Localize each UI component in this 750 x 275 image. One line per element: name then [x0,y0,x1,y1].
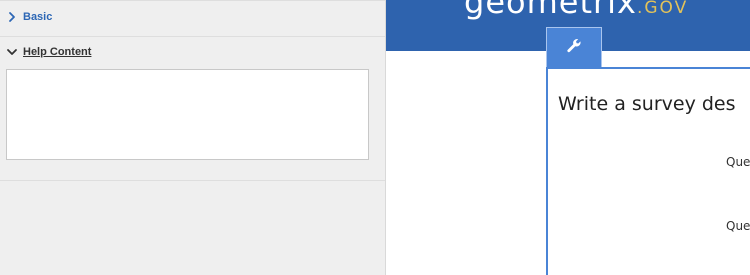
help-content-section: Help Content [0,37,385,181]
brand-suffix-text: .GOV [636,0,689,18]
brand-logo: geometrix.GOV [464,0,688,18]
question-label: Que [726,155,750,169]
help-content-section-toggle[interactable]: Help Content [5,45,91,59]
question-label: Que [726,219,750,233]
help-content-section-label: Help Content [23,46,92,58]
wrench-icon [565,37,583,55]
app-root: Basic Help Content geometrix.GOV Write a… [0,0,750,275]
settings-tab-button[interactable] [546,27,602,67]
survey-title: Write a survey des [558,93,736,115]
survey-form-card: Write a survey des Que Que [546,67,750,275]
basic-section: Basic [0,1,385,37]
help-content-textarea[interactable] [6,69,369,160]
chevron-right-icon [5,10,19,24]
basic-section-label: Basic [23,11,53,23]
chevron-down-icon [5,45,19,59]
properties-panel: Basic Help Content [0,0,386,275]
basic-section-toggle[interactable]: Basic [5,10,52,24]
brand-main-text: geometrix [464,0,637,21]
survey-preview-area: geometrix.GOV Write a survey des Que Que [386,0,750,275]
